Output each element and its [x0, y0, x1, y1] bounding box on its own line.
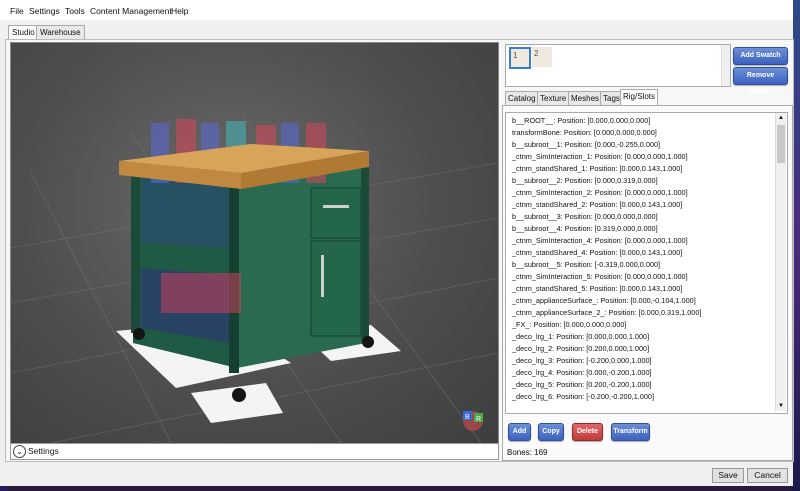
- list-item[interactable]: b__subroot__3: Position: [0.000,0.000,0.…: [512, 212, 658, 221]
- list-item[interactable]: _ctnm_applianceSurface_2_: Position: [0.…: [512, 308, 701, 317]
- list-item[interactable]: _deco_lrg_2: Position: [0.200,0.000,1.00…: [512, 344, 649, 353]
- delete-bone-button[interactable]: Delete: [572, 423, 603, 441]
- add-swatch-button[interactable]: Add Swatch: [733, 47, 788, 65]
- add-bone-button[interactable]: Add: [508, 423, 531, 441]
- 3d-viewport[interactable]: B R: [10, 42, 499, 444]
- swatch-list: 1 2: [505, 44, 731, 87]
- cart-wheel: [133, 328, 145, 340]
- cancel-button[interactable]: Cancel: [747, 468, 788, 483]
- list-item[interactable]: b__ROOT__: Position: [0.000,0.000,0.000]: [512, 116, 650, 125]
- cart-shelf-upper: [141, 178, 231, 248]
- cart-door: [310, 240, 362, 337]
- tab-catalog[interactable]: Catalog: [505, 91, 539, 105]
- gizmo-label-b: B: [465, 414, 470, 421]
- menu-settings[interactable]: Settings: [29, 6, 60, 16]
- cart-leg: [361, 155, 369, 340]
- bone-list-scrollbar[interactable]: ▲ ▼: [775, 113, 786, 411]
- list-item[interactable]: _ctnm_SimInteraction_4: Position: [0.000…: [512, 236, 688, 245]
- remove-swatch-button[interactable]: Remove Swatch: [733, 67, 788, 95]
- list-item[interactable]: _FX_: Position: [0.000,0.000,0.000]: [512, 320, 626, 329]
- door-handle: [321, 255, 324, 297]
- list-item[interactable]: transformBone: Position: [0.000,0.000,0.…: [512, 128, 657, 137]
- list-item[interactable]: _ctnm_standShared_4: Position: [0.000,0.…: [512, 248, 682, 257]
- list-item[interactable]: _ctnm_applianceSurface_: Position: [0.00…: [512, 296, 696, 305]
- list-item[interactable]: b__subroot__1: Position: [0.000,-0.255,0…: [512, 140, 660, 149]
- tab-warehouse[interactable]: Warehouse: [36, 25, 85, 39]
- viewport-settings-expander[interactable]: ⌄ Settings: [10, 443, 499, 460]
- cart-wheel: [232, 388, 246, 402]
- copy-bone-button[interactable]: Copy: [538, 423, 564, 441]
- drawer-handle: [323, 205, 349, 208]
- list-item[interactable]: _ctnm_SimInteraction_5: Position: [0.000…: [512, 272, 688, 281]
- scrollbar-thumb[interactable]: [777, 125, 785, 163]
- save-button[interactable]: Save: [712, 468, 744, 483]
- list-item[interactable]: _ctnm_standShared_1: Position: [0.000,0.…: [512, 164, 682, 173]
- list-item[interactable]: _deco_lrg_5: Position: [0.200,-0.200,1.0…: [512, 380, 652, 389]
- menu-file[interactable]: File: [10, 6, 24, 16]
- list-item[interactable]: _deco_lrg_1: Position: [0.000,0.000,1.00…: [512, 332, 649, 341]
- menu-tools[interactable]: Tools: [65, 6, 85, 16]
- tab-studio[interactable]: Studio: [8, 25, 39, 40]
- swatch-1[interactable]: 1: [509, 47, 531, 69]
- list-item[interactable]: _ctnm_standShared_2: Position: [0.000,0.…: [512, 200, 682, 209]
- list-item[interactable]: _deco_lrg_6: Position: [-0.200,-0.200,1.…: [512, 392, 654, 401]
- tab-meshes[interactable]: Meshes: [568, 91, 603, 105]
- tab-texture[interactable]: Texture: [537, 91, 570, 105]
- list-item[interactable]: b__subroot__4: Position: [0.319,0.000,0.…: [512, 224, 658, 233]
- list-item[interactable]: _ctnm_SimInteraction_1: Position: [0.000…: [512, 152, 688, 161]
- list-item[interactable]: b__subroot__5: Position: [-0.319,0.000,0…: [512, 260, 660, 269]
- cart-drawer: [310, 187, 362, 239]
- swatch-scrollbar[interactable]: [721, 45, 730, 86]
- menu-bar: File Settings Tools Content Management H…: [0, 0, 793, 20]
- list-item[interactable]: _ctnm_SimInteraction_2: Position: [0.000…: [512, 188, 688, 197]
- scroll-up-icon[interactable]: ▲: [778, 115, 784, 121]
- bone-list[interactable]: b__ROOT__: Position: [0.000,0.000,0.000]…: [505, 112, 788, 414]
- swatch-2[interactable]: 2: [532, 47, 552, 67]
- dialog-footer: Save Cancel: [0, 462, 793, 486]
- list-item[interactable]: _ctnm_standShared_5: Position: [0.000,0.…: [512, 284, 682, 293]
- bone-count: Bones: 169: [507, 448, 548, 457]
- menu-help[interactable]: Help: [171, 6, 188, 16]
- list-item[interactable]: b__subroot__2: Position: [0.000,0.319,0.…: [512, 176, 658, 185]
- cart-leg: [131, 163, 140, 333]
- swatch-2-label: 2: [534, 49, 539, 58]
- settings-expander-label: Settings: [28, 446, 59, 456]
- gizmo-label-r: R: [476, 416, 481, 423]
- list-item[interactable]: _deco_lrg_4: Position: [0.000,-0.200,1.0…: [512, 368, 652, 377]
- app-window: File Settings Tools Content Management H…: [0, 0, 794, 486]
- chevron-down-icon[interactable]: ⌄: [13, 445, 26, 458]
- transform-bone-button[interactable]: Transform: [611, 423, 650, 441]
- tab-rig-slots[interactable]: Rig/Slots: [620, 89, 659, 106]
- viewport-scene: B R: [11, 112, 498, 443]
- swatch-1-label: 1: [513, 51, 518, 60]
- menu-content-management[interactable]: Content Management: [90, 6, 172, 16]
- scroll-down-icon[interactable]: ▼: [778, 403, 784, 409]
- cart-wheel: [362, 336, 374, 348]
- list-item[interactable]: _deco_lrg_3: Position: [-0.200,0.000,1.0…: [512, 356, 652, 365]
